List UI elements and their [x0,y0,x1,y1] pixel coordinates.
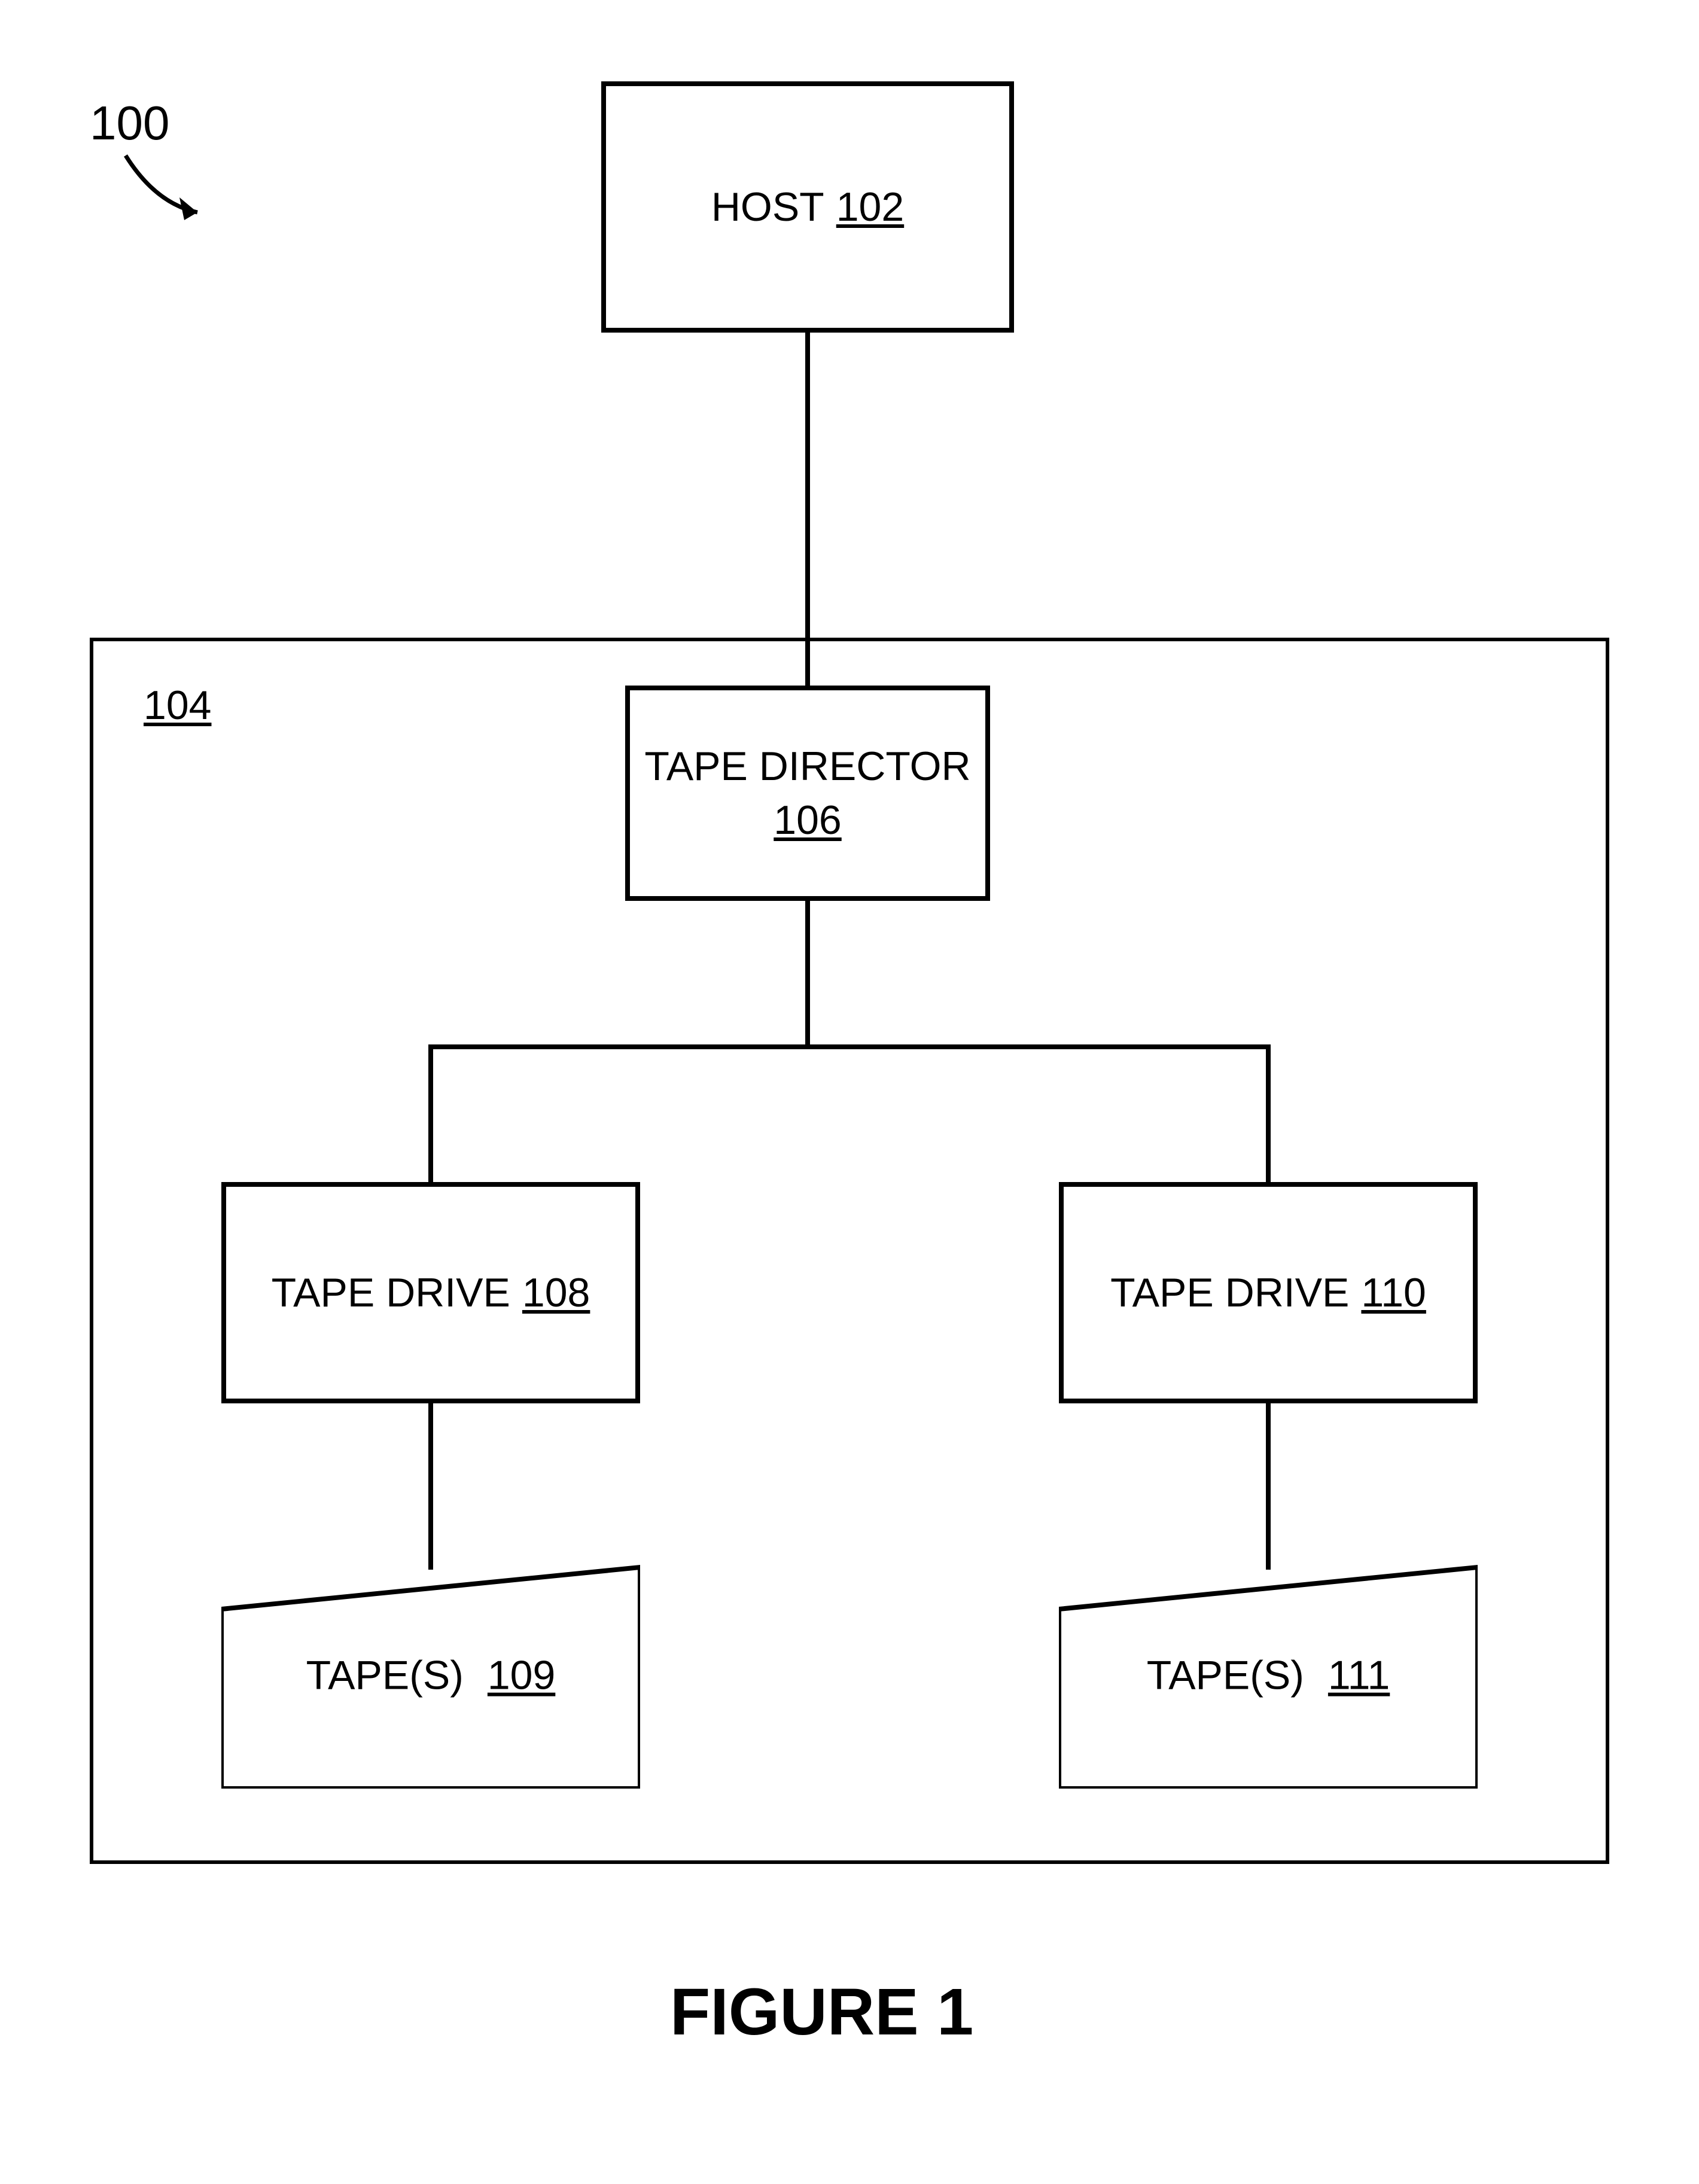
host-name: HOST [711,184,824,230]
connector-director-stub [805,901,810,1044]
container-ref: 104 [144,682,211,729]
tape-drive-right-ref: 110 [1361,1269,1426,1316]
tape-right-ref: 111 [1328,1652,1390,1699]
connector-host-to-director [805,333,810,686]
tape-left-name: TAPE(S) [306,1652,464,1699]
tape-director-name: TAPE DIRECTOR [644,743,970,790]
connector-split-bar [428,1044,1271,1049]
tape-right-block: TAPE(S) 111 [1059,1543,1478,1789]
connector-to-drive-left [428,1044,433,1182]
tape-drive-left-block: TAPE DRIVE 108 [221,1182,640,1403]
tape-drive-right-block: TAPE DRIVE 110 [1059,1182,1478,1403]
tape-director-block: TAPE DIRECTOR 106 [625,686,990,901]
tape-drive-left-ref: 108 [522,1269,590,1316]
tape-left-block: TAPE(S) 109 [221,1543,640,1789]
tape-right-name: TAPE(S) [1147,1652,1304,1699]
host-block: HOST 102 [601,81,1014,333]
figure-ref-number: 100 [90,96,169,151]
tape-left-ref: 109 [488,1652,555,1699]
diagram-stage: 100 HOST 102 104 TAPE DIRECTOR 106 TAPE … [0,0,1699,2184]
ref-arrow-icon [120,150,215,227]
tape-drive-left-name: TAPE DRIVE [272,1269,510,1316]
host-ref: 102 [836,184,904,230]
tape-drive-right-name: TAPE DRIVE [1110,1269,1349,1316]
connector-to-drive-right [1266,1044,1271,1182]
figure-title: FIGURE 1 [670,1974,973,2050]
tape-director-ref: 106 [774,797,841,843]
